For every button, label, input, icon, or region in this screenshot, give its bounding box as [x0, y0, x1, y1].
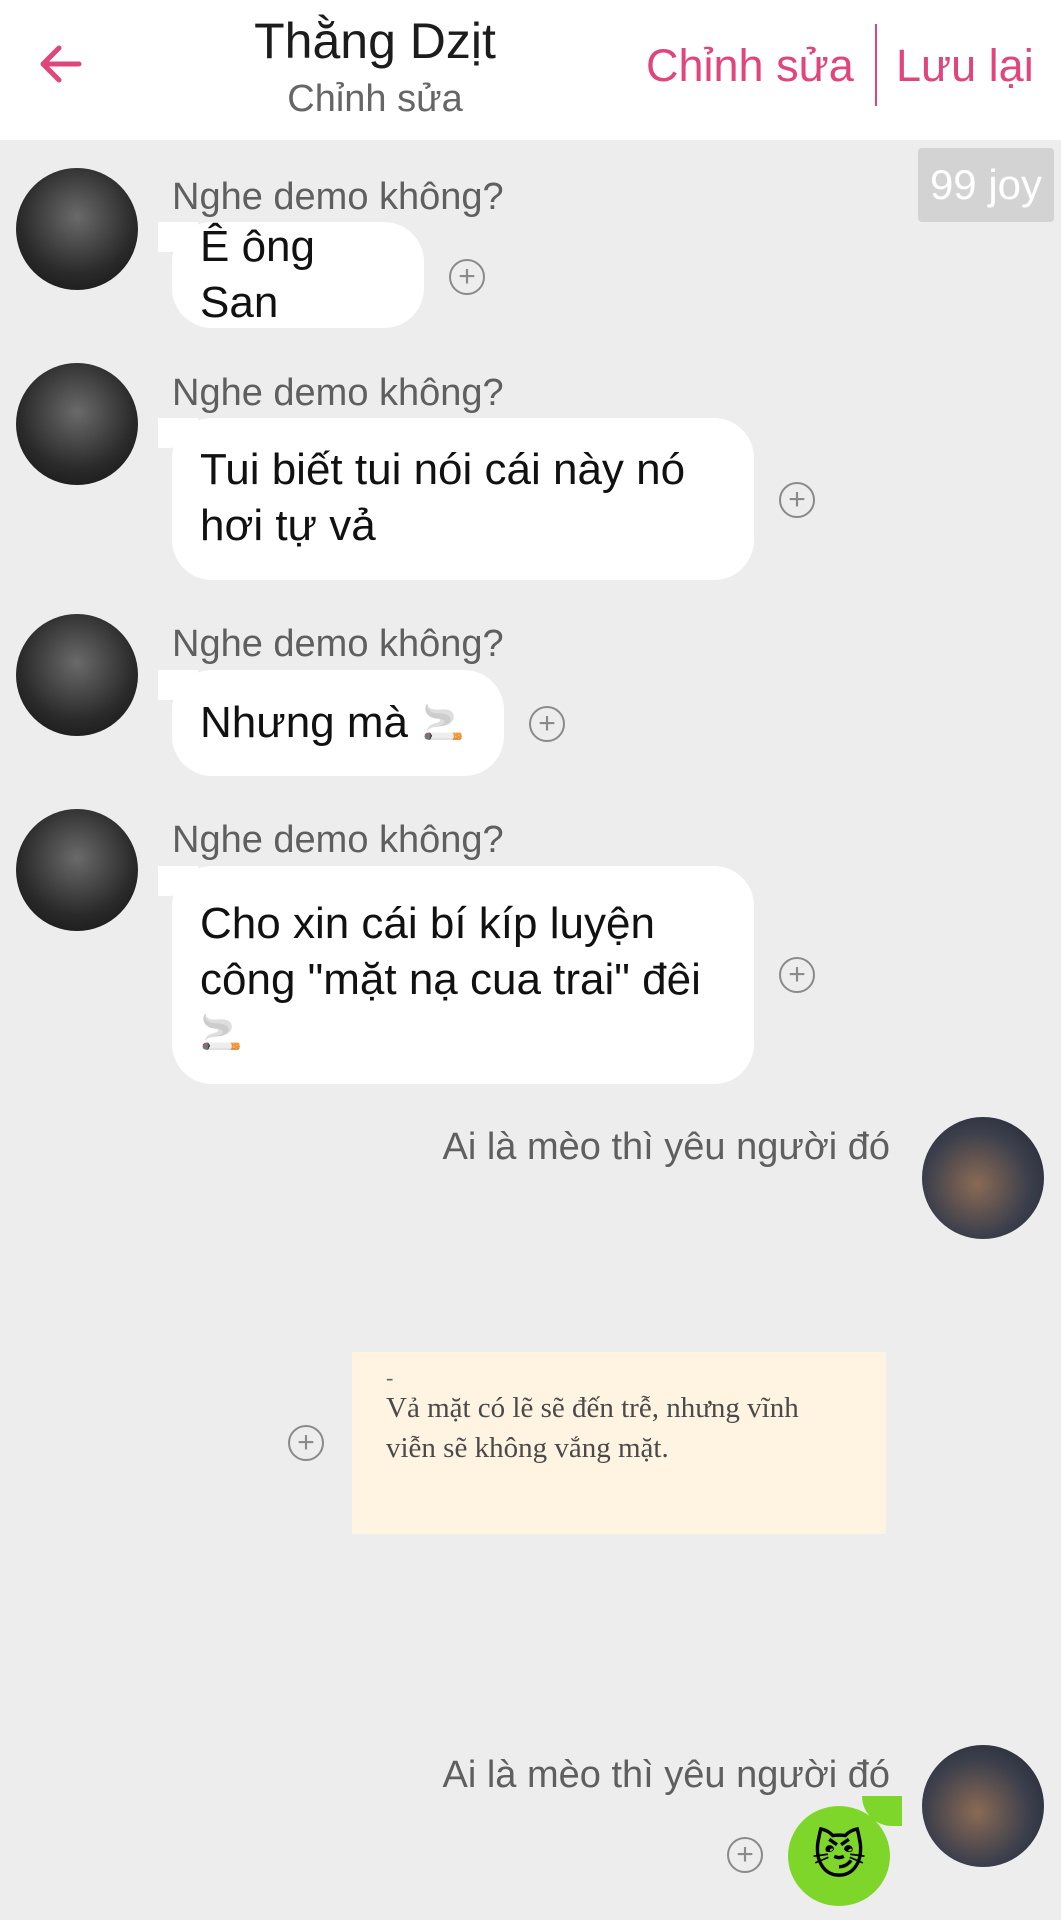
sender-name: Nghe demo không? [172, 372, 504, 414]
plus-circle-icon[interactable]: + [779, 957, 815, 993]
message-bubble[interactable]: Tui biết tui nói cái này nó hơi tự vả [158, 418, 754, 580]
plus-circle-icon[interactable]: + [288, 1425, 324, 1461]
message-text: Nhưng mà [200, 698, 408, 747]
header-divider [875, 24, 877, 106]
plus-circle-icon[interactable]: + [727, 1837, 763, 1873]
back-button[interactable] [30, 34, 90, 94]
sender-name: Nghe demo không? [172, 623, 504, 665]
avatar[interactable] [922, 1745, 1044, 1867]
sender-name: Nghe demo không? [172, 176, 504, 218]
message-bubble[interactable]: Cho xin cái bí kíp luyện công "mặt nạ cu… [158, 866, 754, 1084]
plus-circle-icon[interactable]: + [529, 706, 565, 742]
edit-button[interactable]: Chỉnh sửa [646, 36, 854, 96]
message-bubble[interactable]: Ê ông San [158, 222, 424, 328]
sender-name: Nghe demo không? [172, 819, 504, 861]
joy-badge: 99 joy [918, 148, 1054, 222]
message-text-line: hơi tự vả [200, 501, 376, 550]
arrow-left-icon [40, 45, 82, 83]
sender-name: Ai là mèo thì yêu người đó [442, 1126, 890, 1168]
message-text: Ê ông San [200, 222, 315, 327]
message-text-line: Tui biết tui nói cái này nó [200, 445, 686, 494]
cigarette-icon: 🚬 [422, 704, 465, 742]
cigarette-icon: 🚬 [200, 1014, 243, 1052]
plus-circle-icon[interactable]: + [779, 482, 815, 518]
cat-face-icon: 😼 [811, 1827, 867, 1885]
top-bar: Thằng Dzịt Chỉnh sửa Chỉnh sửa Lưu lại [0, 0, 1061, 140]
avatar[interactable] [16, 809, 138, 931]
message-text-line: Cho xin cái bí kíp luyện [200, 899, 655, 948]
message-text-line: công "mặt nạ cua trai" đêi [200, 955, 701, 1004]
quote-dash: - [386, 1365, 394, 1390]
message-bubble[interactable]: Nhưng mà 🚬 [158, 670, 504, 776]
save-button[interactable]: Lưu lại [896, 36, 1034, 96]
quote-card[interactable]: - Vả mặt có lẽ sẽ đến trễ, nhưng vĩnh vi… [352, 1352, 886, 1534]
avatar[interactable] [922, 1117, 1044, 1239]
avatar[interactable] [16, 614, 138, 736]
page-subtitle: Chỉnh sửa [287, 78, 463, 120]
quote-line: Vả mặt có lẽ sẽ đến trễ, nhưng vĩnh [386, 1392, 799, 1424]
plus-circle-icon[interactable]: + [449, 259, 485, 295]
quote-line: viễn sẽ không vắng mặt. [386, 1432, 669, 1464]
sender-name: Ai là mèo thì yêu người đó [442, 1754, 890, 1796]
title-block: Thằng Dzịt Chỉnh sửa [200, 8, 550, 124]
avatar[interactable] [16, 168, 138, 290]
sticker-bubble[interactable]: 😼 [788, 1806, 890, 1906]
page-title: Thằng Dzịt [254, 13, 496, 69]
avatar[interactable] [16, 363, 138, 485]
